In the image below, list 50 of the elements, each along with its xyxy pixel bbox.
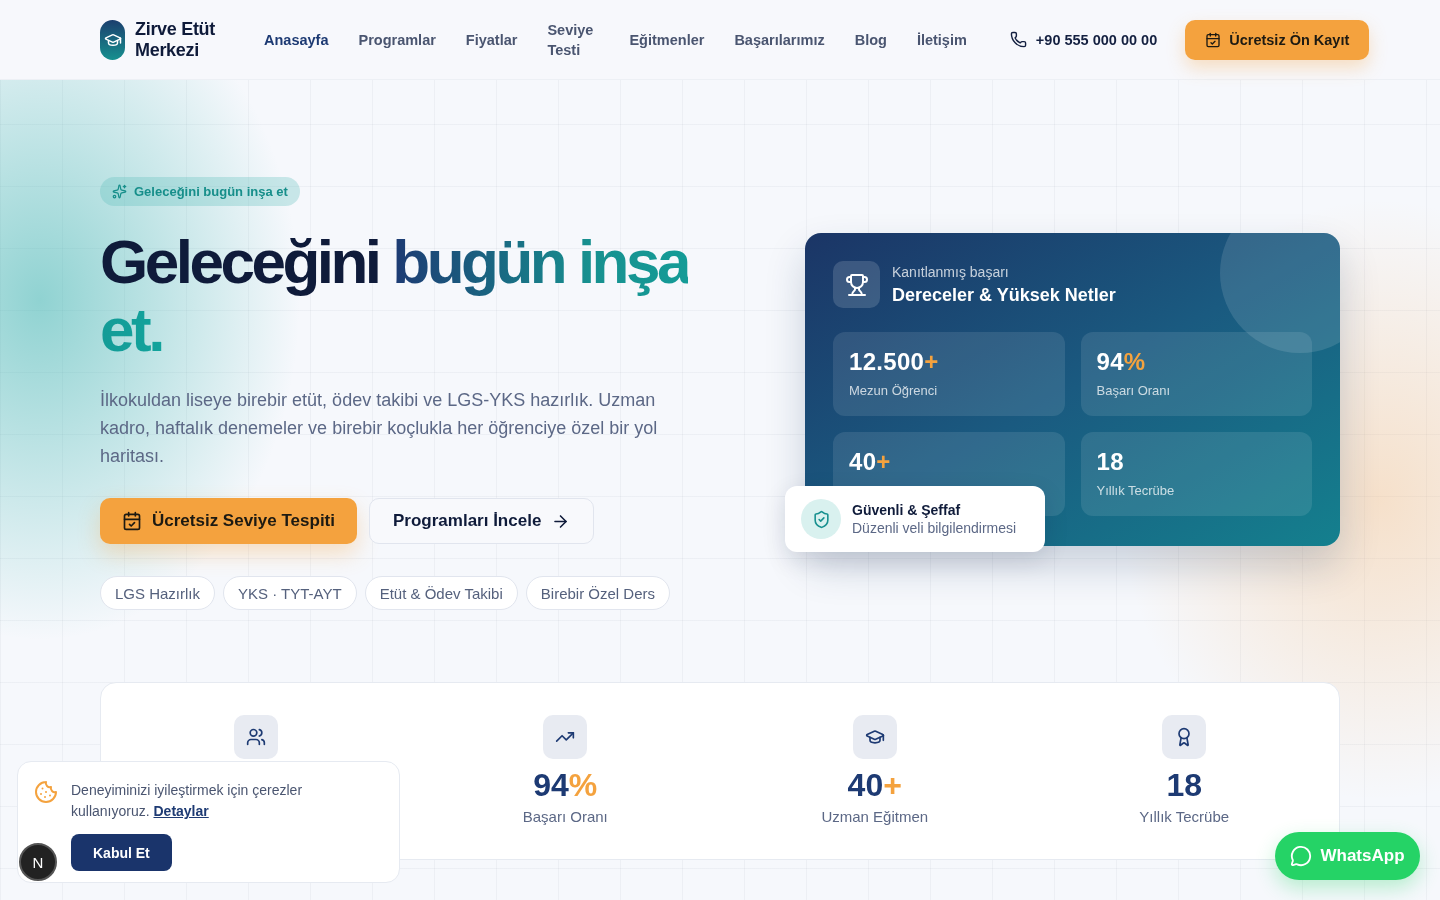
users-icon — [245, 727, 266, 747]
card-title: Dereceler & Yüksek Netler — [892, 284, 1116, 306]
nav-link[interactable]: Seviye Testi — [532, 19, 615, 60]
trust-subtitle: Düzenli veli bilgilendirmesi — [852, 520, 1017, 536]
stat-value: 94% — [533, 767, 598, 804]
nav-link[interactable]: Programlar — [343, 29, 451, 50]
stat-label: Başarı Oranı — [1096, 383, 1172, 398]
trust-title: Güvenli & Şeffaf — [852, 502, 962, 518]
stat-value: 40+ — [849, 448, 892, 476]
stat-label: Uzman Eğitmen — [821, 808, 929, 825]
sparkles-icon — [112, 184, 127, 199]
phone-link[interactable]: +90 555 000 00 00 — [1009, 31, 1158, 48]
stat-value: 18 — [1096, 448, 1125, 476]
level-test-button[interactable]: Ücretsiz Seviye Tespiti — [100, 498, 357, 544]
programs-button[interactable]: Programları İncele — [369, 498, 595, 544]
card-eyebrow: Kanıtlanmış başarı — [892, 263, 1010, 280]
nav-link[interactable]: İletişim — [901, 29, 982, 50]
trophy-icon — [833, 261, 880, 308]
calendar-check-icon — [122, 511, 142, 531]
shield-check-icon — [801, 499, 841, 539]
stat-value: 40+ — [847, 767, 902, 804]
nav-link[interactable]: Başarılarımız — [719, 29, 840, 50]
stat-label: Mezun Öğrenci — [849, 383, 939, 398]
nav-link[interactable]: Eğitmenler — [614, 29, 720, 50]
details-link[interactable]: Detaylar — [153, 803, 209, 819]
topic-tag: Birebir Özel Ders — [525, 576, 670, 610]
calendar-check-icon — [1205, 31, 1222, 48]
hero-lead: İlkokuldan liseye birebir etüt, ödev takibi ve LGS-YKS hazırlık. Uzman kadro, haftalık denemeler ve birebir koçlukla her öğrenciye özel bir yol haritası. — [100, 389, 659, 468]
logo-icon[interactable] — [100, 19, 125, 60]
cookie-icon — [34, 780, 58, 804]
stat-value: 94% — [1096, 348, 1147, 376]
pre-register-button[interactable]: Ücretsiz Ön Kayıt — [1185, 19, 1370, 60]
graduation-cap-icon — [864, 727, 885, 747]
stat-label: Yıllık Tecrübe — [1139, 808, 1230, 825]
cookie-text: Deneyiminizi iyileştirmek için çerezler kullanıyoruz. Detaylar — [71, 781, 304, 821]
topic-tag: YKS · TYT-AYT — [223, 576, 357, 610]
stat-label: Başarı Oranı — [522, 808, 608, 825]
nav-link[interactable]: Blog — [839, 29, 902, 50]
hero-badge: Geleceğini bugün inşa et — [100, 177, 300, 206]
accept-button[interactable]: Kabul Et — [71, 834, 172, 871]
brand-name[interactable]: Zirve Etüt Merkezi — [135, 18, 225, 61]
phone-icon — [1009, 31, 1027, 48]
nav-link[interactable]: Anasayfa — [249, 29, 344, 50]
stat-value: 18 — [1166, 767, 1203, 804]
chat-bubble-icon — [1290, 845, 1313, 867]
topic-tag: LGS Hazırlık — [100, 576, 216, 610]
stat-value: 12.500+ — [849, 348, 940, 376]
nav-link[interactable]: Fiyatlar — [450, 29, 533, 50]
stat-label: Yıllık Tecrübe — [1096, 483, 1176, 498]
topic-tag: Etüt & Ödev Takibi — [364, 576, 518, 610]
